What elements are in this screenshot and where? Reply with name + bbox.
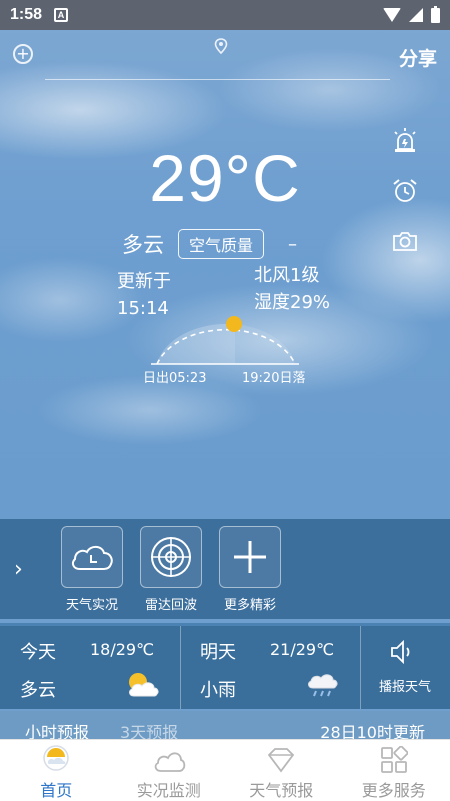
nav-weather-forecast[interactable]: 天气预报 [225, 740, 338, 801]
diamond-icon [268, 748, 295, 773]
sunrise-time: 日出05:23 [143, 371, 207, 386]
add-city-icon[interactable]: + [13, 44, 33, 64]
broadcast-label: 播报天气 [378, 680, 431, 695]
plus-icon [219, 526, 281, 588]
forecast-tomorrow[interactable]: 明天 21/29℃ 小雨 [180, 626, 360, 709]
nav-label: 天气预报 [249, 781, 314, 800]
camera-icon[interactable] [388, 224, 422, 258]
light-rain-icon [308, 674, 338, 697]
top-bar: + 分享 [0, 38, 450, 74]
current-condition: 多云 [122, 233, 164, 257]
forecast-today[interactable]: 今天 18/29℃ 多云 [0, 626, 180, 709]
sun-position-icon [226, 316, 242, 332]
battery-icon [431, 5, 440, 23]
current-temperature: 29°C [149, 141, 301, 215]
forecast-desc: 小雨 [200, 680, 236, 701]
tools-panel: › 天气实况 雷达回波 更多精彩 [0, 519, 450, 619]
header-divider [45, 79, 390, 80]
broadcast-weather-button[interactable]: 播报天气 [360, 626, 450, 709]
status-time: 1:58 [10, 6, 43, 23]
sky-background [0, 0, 450, 520]
partly-cloudy-icon [129, 673, 159, 697]
forecast-day: 今天 [20, 642, 56, 663]
air-quality-button[interactable]: 空气质量 [178, 229, 265, 259]
cloud-clock-icon [61, 526, 123, 588]
nav-more-services[interactable]: 更多服务 [338, 740, 450, 801]
wifi-icon [383, 8, 401, 22]
tool-more[interactable]: 更多精彩 [217, 526, 283, 613]
nav-label: 更多服务 [361, 781, 426, 800]
signal-icon [409, 8, 423, 22]
air-quality-value: – [288, 233, 298, 255]
tool-radar[interactable]: 雷达回波 [138, 526, 204, 613]
forecast-day: 明天 [200, 642, 236, 663]
forecast-strip: 今天 18/29℃ 多云 明天 21/29℃ 小雨 播报天气 [0, 623, 450, 709]
wind-value: 北风1级 [254, 265, 320, 286]
grid-icon [380, 746, 408, 773]
forecast-temps: 21/29℃ [270, 640, 335, 659]
radar-icon [140, 526, 202, 588]
sunset-time: 19:20日落 [242, 371, 306, 386]
share-button[interactable]: 分享 [399, 44, 437, 71]
location-pin-icon [214, 38, 228, 54]
condition-row: 多云 空气质量 – [122, 229, 297, 259]
tool-label: 雷达回波 [144, 598, 197, 613]
sun-home-icon [43, 745, 69, 771]
tool-label: 更多精彩 [223, 598, 276, 613]
forecast-temps: 18/29℃ [90, 640, 155, 659]
wind-humidity: 北风1级 湿度29% [254, 262, 330, 316]
nav-live-monitoring[interactable]: 实况监测 [113, 740, 226, 801]
speaker-icon [391, 639, 410, 665]
nav-label: 实况监测 [136, 781, 201, 800]
sun-arc-chart [151, 316, 299, 365]
tool-weather-live[interactable]: 天气实况 [59, 526, 125, 613]
forecast-desc: 多云 [20, 680, 56, 701]
forecast-tabs-bar: 小时预报 3天预报 28日10时更新 [0, 711, 450, 742]
cloud-icon [154, 752, 185, 772]
nav-home[interactable]: 首页 [0, 740, 113, 801]
nav-label: 首页 [40, 781, 73, 800]
status-bar: 1:58 A [0, 0, 450, 30]
update-label: 更新于 [117, 271, 171, 292]
chevron-right-icon[interactable]: › [14, 557, 23, 582]
tool-label: 天气实况 [65, 598, 118, 613]
bottom-nav: 首页 实况监测 天气预报 更多服务 [0, 739, 450, 801]
notification-badge: A [54, 8, 69, 22]
